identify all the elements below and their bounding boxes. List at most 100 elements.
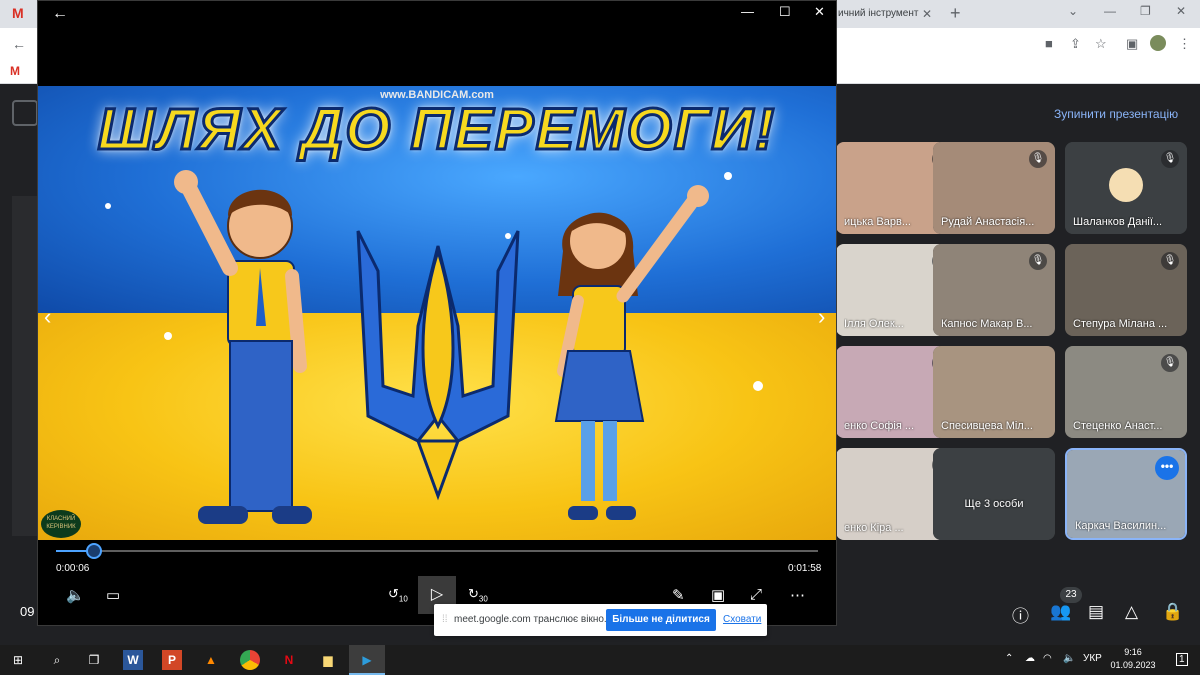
participant-name: Капнос Макар В...: [941, 318, 1033, 330]
girl-figure: [554, 185, 709, 520]
participants-badge: 23: [1060, 587, 1082, 603]
mini-player-icon[interactable]: ▣: [711, 586, 725, 604]
sharing-notification-bar: ⁞⁞ meet.google.com транслює вікно. Більш…: [434, 604, 767, 636]
participant-video: [933, 448, 1055, 540]
clock-date: 01.09.2023: [1110, 660, 1156, 670]
stop-sharing-button[interactable]: Більше не ділитися: [606, 609, 716, 631]
participant-tile[interactable]: Спесивцева Міл...: [933, 346, 1055, 438]
player-back-icon[interactable]: ←: [52, 5, 68, 23]
edit-pencil-icon[interactable]: ✎: [672, 586, 685, 604]
netflix-icon[interactable]: N: [279, 650, 299, 670]
wifi-icon[interactable]: ◠: [1043, 653, 1052, 664]
presentation-preview-edge: [12, 196, 38, 536]
gmail-tab-icon[interactable]: M: [12, 5, 24, 21]
side-panel-icon[interactable]: ▣: [1126, 36, 1138, 52]
video-player-window: ← — ☐ ✕ www.BANDICAM.com ШЛЯХ ДО ПЕРЕМОГ…: [37, 0, 837, 626]
participant-tile[interactable]: ••• Каркач Василин...: [1065, 448, 1187, 540]
mic-off-icon: 🎙: [1029, 150, 1047, 168]
participant-tile[interactable]: Ще 3 особи: [933, 448, 1055, 540]
language-indicator[interactable]: УКР: [1083, 653, 1102, 664]
participant-name: Рудай Анастасія...: [941, 216, 1035, 228]
participant-avatar: [1109, 168, 1143, 202]
meeting-time: 09: [20, 604, 35, 619]
video-frame[interactable]: www.BANDICAM.com ШЛЯХ ДО ПЕРЕМОГИ! КЛАСН…: [38, 86, 836, 540]
restore-icon[interactable]: ❐: [1140, 4, 1151, 18]
skip-back-label: 10: [398, 594, 408, 604]
media-player-icon: ▶: [362, 653, 372, 667]
chat-icon[interactable]: ▤: [1088, 602, 1104, 622]
mic-off-icon: 🎙: [1161, 354, 1179, 372]
skip-forward-label: 30: [478, 594, 488, 604]
close-window-icon[interactable]: ✕: [1176, 4, 1186, 18]
chrome-icon[interactable]: [240, 650, 260, 670]
total-time: 0:01:58: [788, 563, 822, 574]
fullscreen-icon[interactable]: ⤢: [750, 586, 762, 603]
vlc-icon[interactable]: ▲: [201, 650, 221, 670]
skip-back-icon[interactable]: ↺10: [388, 586, 408, 604]
drag-grip-icon[interactable]: ⁞⁞: [442, 614, 448, 625]
subtitles-icon[interactable]: ▭: [106, 586, 120, 604]
participant-name: Каркач Василин...: [1075, 520, 1167, 532]
activities-icon[interactable]: △: [1125, 602, 1138, 622]
tile-more-options-icon[interactable]: •••: [1155, 456, 1179, 480]
participant-name: Степура Мілана ...: [1073, 318, 1168, 330]
tab-search-icon[interactable]: ⌄: [1068, 4, 1078, 18]
next-arrow-icon[interactable]: ›: [818, 304, 825, 330]
host-controls-icon[interactable]: 🔒: [1162, 602, 1183, 622]
tray-chevron-icon[interactable]: ⌃: [1005, 653, 1013, 664]
participant-tile[interactable]: 🎙 Стеценко Анаст...: [1065, 346, 1187, 438]
participant-tile[interactable]: 🎙 Капнос Макар В...: [933, 244, 1055, 336]
new-tab-icon[interactable]: +: [950, 3, 961, 24]
video-illustration: [105, 170, 763, 524]
prev-arrow-icon[interactable]: ‹: [44, 304, 51, 330]
clock-time: 9:16: [1124, 647, 1142, 657]
tab-close-icon[interactable]: ✕: [922, 7, 932, 21]
seek-bar[interactable]: [56, 543, 818, 559]
participant-name: Спесивцева Міл...: [941, 420, 1033, 432]
stop-presenting-button[interactable]: Зупинити презентацію: [1054, 107, 1178, 121]
channel-logo: КЛАСНИЙ КЕРІВНИК: [41, 510, 81, 538]
boy-figure: [174, 170, 312, 524]
file-explorer-icon[interactable]: ▆: [318, 650, 338, 670]
player-maximize-icon[interactable]: ☐: [779, 4, 791, 20]
participant-name: Стеценко Анаст...: [1073, 420, 1163, 432]
taskbar-clock[interactable]: 9:16 01.09.2023: [1108, 646, 1158, 672]
current-time: 0:00:06: [56, 563, 90, 574]
skip-forward-icon[interactable]: ↻30: [468, 586, 488, 604]
menu-icon[interactable]: ⋮: [1178, 36, 1191, 52]
participant-name: Ще 3 особи: [964, 498, 1024, 510]
player-close-icon[interactable]: ✕: [814, 4, 825, 20]
task-view-icon[interactable]: ❐: [84, 650, 104, 670]
browser-back-icon[interactable]: ←: [12, 36, 26, 52]
search-icon[interactable]: ⌕: [47, 650, 67, 670]
present-icon[interactable]: [12, 100, 38, 126]
mic-off-icon: 🎙: [1029, 252, 1047, 270]
share-icon[interactable]: ⇪: [1070, 36, 1081, 52]
seek-thumb[interactable]: [86, 543, 103, 559]
participant-tile[interactable]: 🎙 Рудай Анастасія...: [933, 142, 1055, 234]
participant-tile[interactable]: 🎙 Шаланков Данії...: [1065, 142, 1187, 234]
player-minimize-icon[interactable]: —: [741, 4, 754, 19]
speaker-icon[interactable]: 🔈: [1063, 653, 1075, 664]
info-icon[interactable]: ⓘ: [1012, 602, 1029, 627]
volume-icon[interactable]: 🔈: [66, 586, 85, 604]
trident-emblem: [356, 230, 520, 501]
camera-icon[interactable]: ■: [1045, 36, 1053, 51]
participant-name: Шаланков Данії...: [1073, 216, 1163, 228]
profile-avatar[interactable]: [1150, 35, 1166, 51]
hide-link[interactable]: Сховати: [723, 614, 761, 625]
minimize-icon[interactable]: —: [1104, 4, 1116, 18]
more-options-icon[interactable]: ⋯: [790, 586, 805, 604]
gmail-bookmark-icon[interactable]: M: [10, 64, 20, 78]
windows-start-icon[interactable]: ⊞: [8, 650, 28, 670]
participant-tile[interactable]: 🎙 Степура Мілана ...: [1065, 244, 1187, 336]
people-icon[interactable]: 👥: [1050, 602, 1071, 622]
bookmark-star-icon[interactable]: ☆: [1095, 36, 1107, 52]
notifications-icon[interactable]: 1: [1176, 653, 1188, 666]
onedrive-icon[interactable]: ☁: [1025, 653, 1035, 664]
mic-off-icon: 🎙: [1161, 150, 1179, 168]
mic-off-icon: 🎙: [1161, 252, 1179, 270]
powerpoint-icon[interactable]: P: [162, 650, 182, 670]
sharing-message: meet.google.com транслює вікно.: [454, 614, 607, 625]
word-icon[interactable]: W: [123, 650, 143, 670]
